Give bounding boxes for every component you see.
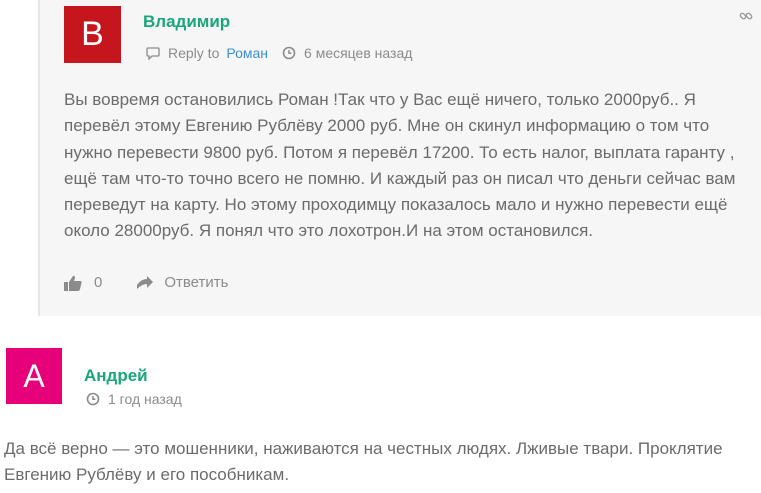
comment-author[interactable]: Андрей xyxy=(84,366,148,386)
link-icon[interactable] xyxy=(739,9,753,23)
reply-comment: B Владимир Reply to Роман 6 месяцев наза… xyxy=(0,0,761,316)
comment-author[interactable]: Владимир xyxy=(143,12,230,32)
reply-to-link[interactable]: Роман xyxy=(226,45,268,61)
thumbs-up-icon[interactable] xyxy=(64,275,82,291)
comment-actions: 0 Ответить xyxy=(64,274,228,291)
clock-icon xyxy=(86,392,100,406)
avatar[interactable]: А xyxy=(6,348,62,404)
reply-button[interactable]: Ответить xyxy=(164,274,228,291)
comment-meta: Reply to Роман 6 месяцев назад xyxy=(146,45,412,61)
comment-meta: 1 год назад xyxy=(86,391,182,407)
reply-to-prefix: Reply to xyxy=(168,45,220,61)
reply-bubble-icon xyxy=(146,46,160,60)
comment-text: Вы вовремя остановились Роман !Так что у… xyxy=(64,90,736,241)
comment-time[interactable]: 6 месяцев назад xyxy=(304,45,412,61)
clock-icon xyxy=(282,46,296,60)
like-count: 0 xyxy=(94,274,103,291)
reply-arrow-icon[interactable] xyxy=(136,275,154,290)
avatar[interactable]: B xyxy=(64,6,121,63)
avatar-letter: А xyxy=(23,357,45,394)
comment-text: Да всё верно — это мошенники, наживаются… xyxy=(4,439,723,485)
comment-time[interactable]: 1 год назад xyxy=(108,391,182,407)
avatar-letter: B xyxy=(81,15,104,53)
